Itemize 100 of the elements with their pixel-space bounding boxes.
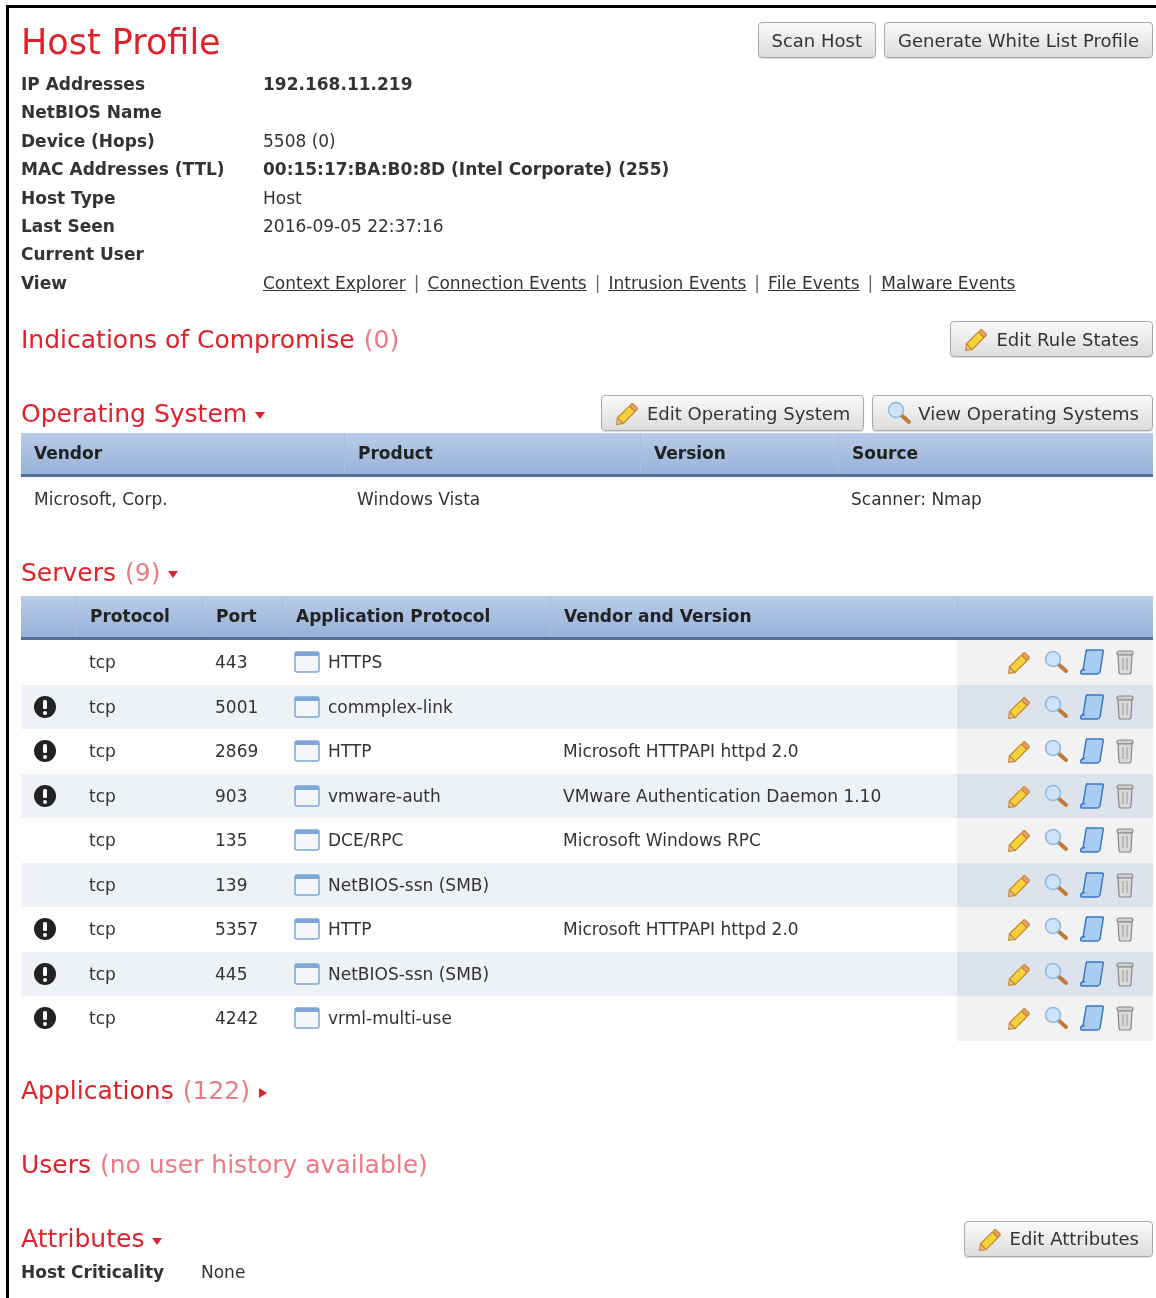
delete-icon[interactable] — [1115, 827, 1135, 854]
scroll-icon[interactable] — [1079, 826, 1105, 855]
attribute-label: Host Criticality — [21, 1260, 166, 1284]
collapse-icon[interactable] — [168, 569, 179, 580]
table-cell: 4242 — [215, 1008, 259, 1029]
delete-icon[interactable] — [1115, 782, 1135, 809]
collapse-icon[interactable] — [152, 1235, 163, 1246]
view-link[interactable]: Malware Events — [881, 268, 1016, 298]
link-separator: | — [754, 271, 761, 295]
detail-value: Host — [263, 187, 302, 208]
delete-icon[interactable] — [1115, 649, 1135, 676]
table-cell: HTTP — [328, 741, 372, 762]
link-separator: | — [413, 271, 420, 295]
search-icon[interactable] — [1043, 649, 1069, 676]
section-title: Operating System — [21, 398, 248, 428]
column-header: Product — [344, 433, 640, 475]
view-link[interactable]: File Events — [768, 268, 860, 298]
view-link[interactable]: Context Explorer — [263, 268, 406, 298]
table-cell: 903 — [215, 785, 248, 806]
delete-icon[interactable] — [1115, 738, 1135, 765]
view-link[interactable]: Intrusion Events — [608, 268, 747, 298]
column-header: Port — [202, 596, 282, 638]
section-title: Attributes — [21, 1224, 145, 1254]
edit-button[interactable]: Edit Operating System — [600, 395, 865, 432]
table-cell: tcp — [89, 696, 116, 717]
column-header: Application Protocol — [282, 596, 550, 638]
delete-icon[interactable] — [1115, 916, 1135, 943]
table-cell: HTTPS — [328, 652, 383, 673]
scroll-icon[interactable] — [1079, 959, 1105, 988]
delete-icon[interactable] — [1115, 1005, 1135, 1032]
table-cell: tcp — [89, 963, 116, 984]
section-title: Users — [21, 1150, 91, 1180]
table-cell: Microsoft HTTPAPI httpd 2.0 — [563, 741, 799, 762]
column-header: Version — [640, 433, 838, 475]
search-icon[interactable] — [1043, 693, 1069, 720]
scroll-icon[interactable] — [1079, 692, 1105, 721]
table-cell: HTTP — [328, 919, 372, 940]
detail-value: 00:15:17:BA:B0:8D (Intel Corporate) (255) — [263, 159, 670, 180]
column-header: Source — [838, 433, 1153, 475]
expand-icon[interactable] — [257, 1087, 268, 1098]
scroll-icon[interactable] — [1079, 648, 1105, 677]
table-cell: tcp — [89, 830, 116, 851]
action-button[interactable]: Generate White List Profile — [884, 22, 1153, 58]
application-icon — [294, 829, 320, 852]
link-separator: | — [867, 271, 874, 295]
search-icon[interactable] — [1043, 827, 1069, 854]
section-count: (no user history available) — [100, 1150, 428, 1180]
edit-icon[interactable] — [1007, 827, 1033, 854]
scroll-icon[interactable] — [1079, 915, 1105, 944]
detail-label: Current User — [21, 243, 145, 267]
table-cell: VMware Authentication Daemon 1.10 — [563, 785, 882, 806]
table-cell: 5357 — [215, 919, 259, 940]
application-icon — [294, 784, 320, 807]
search-icon[interactable] — [1043, 871, 1069, 898]
table-cell: tcp — [89, 919, 116, 940]
delete-icon[interactable] — [1115, 693, 1135, 720]
table-cell: Scanner: Nmap — [851, 488, 982, 509]
detail-label: Last Seen — [21, 214, 116, 238]
detail-label: View — [21, 271, 68, 295]
delete-icon[interactable] — [1115, 960, 1135, 987]
search-icon — [886, 400, 913, 427]
search-icon[interactable] — [1043, 1005, 1069, 1032]
page-title: Host Profile — [21, 22, 221, 62]
detail-label: NetBIOS Name — [21, 101, 163, 125]
application-icon — [294, 695, 320, 718]
application-icon — [294, 1007, 320, 1030]
edit-button[interactable]: Edit Attributes — [963, 1220, 1153, 1257]
search-icon[interactable] — [1043, 738, 1069, 765]
search-icon[interactable] — [1043, 916, 1069, 943]
edit-icon[interactable] — [1007, 916, 1033, 943]
edit-icon[interactable] — [1007, 738, 1033, 765]
detail-label: MAC Addresses (TTL) — [21, 158, 226, 182]
edit-icon[interactable] — [1007, 649, 1033, 676]
section-title: Indications of Compromise — [21, 324, 355, 354]
table-cell: DCE/RPC — [328, 830, 404, 851]
detail-label: Host Type — [21, 186, 117, 210]
view-link[interactable]: Connection Events — [427, 268, 587, 298]
scroll-icon[interactable] — [1079, 737, 1105, 766]
delete-icon[interactable] — [1115, 871, 1135, 898]
scroll-icon[interactable] — [1079, 870, 1105, 899]
view-button[interactable]: View Operating Systems — [872, 395, 1153, 432]
scroll-icon[interactable] — [1079, 781, 1105, 810]
table-cell: 139 — [215, 874, 248, 895]
table-cell: commplex-link — [328, 696, 453, 717]
collapse-icon[interactable] — [255, 410, 266, 421]
search-icon[interactable] — [1043, 782, 1069, 809]
application-icon — [294, 740, 320, 763]
table-cell: vrml-multi-use — [328, 1008, 452, 1029]
application-icon — [294, 651, 320, 674]
link-separator: | — [594, 271, 601, 295]
edit-icon[interactable] — [1007, 1005, 1033, 1032]
table-cell: tcp — [89, 652, 116, 673]
edit-button[interactable]: Edit Rule States — [950, 321, 1153, 358]
section-count: (9) — [125, 557, 161, 587]
scroll-icon[interactable] — [1079, 1004, 1105, 1033]
table-cell: Microsoft, Corp. — [34, 488, 168, 509]
search-icon[interactable] — [1043, 960, 1069, 987]
action-button[interactable]: Scan Host — [757, 22, 876, 58]
table-cell: 135 — [215, 830, 248, 851]
table-cell: vmware-auth — [328, 785, 441, 806]
